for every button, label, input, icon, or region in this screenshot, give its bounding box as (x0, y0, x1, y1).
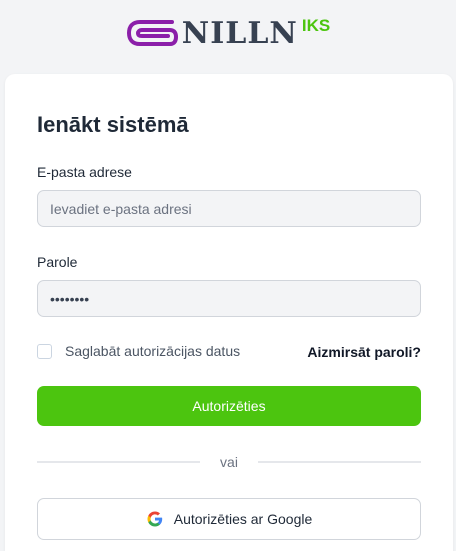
divider-label: vai (220, 454, 238, 470)
page-title: Ienākt sistēmā (37, 112, 189, 137)
logo-wordmark: NILLN (181, 16, 298, 51)
submit-button[interactable]: Autorizēties (37, 386, 421, 426)
email-label: E-pasta adrese (37, 164, 132, 180)
forgot-password-link[interactable]: Aizmirsāt paroli? (307, 344, 421, 360)
password-label: Parole (37, 254, 78, 270)
password-field[interactable] (37, 280, 421, 317)
login-card: Ienākt sistēmā E-pasta adrese Parole Sag… (5, 74, 453, 551)
google-icon (147, 511, 162, 527)
google-login-button[interactable]: Autorizēties ar Google (37, 498, 421, 540)
remember-me[interactable]: Saglabāt autorizācijas datus (37, 343, 240, 359)
remember-label: Saglabāt autorizācijas datus (65, 343, 241, 359)
email-field[interactable] (37, 190, 421, 227)
paperclip-logo-icon (126, 20, 178, 46)
logo-superscript: IKS (301, 16, 331, 35)
google-login-label: Autorizēties ar Google (173, 511, 313, 527)
logo: NILLN IKS (0, 14, 456, 54)
remember-checkbox[interactable] (37, 343, 52, 359)
divider-line-left (37, 461, 201, 463)
divider-line-right (257, 461, 421, 463)
divider: vai (37, 452, 421, 472)
